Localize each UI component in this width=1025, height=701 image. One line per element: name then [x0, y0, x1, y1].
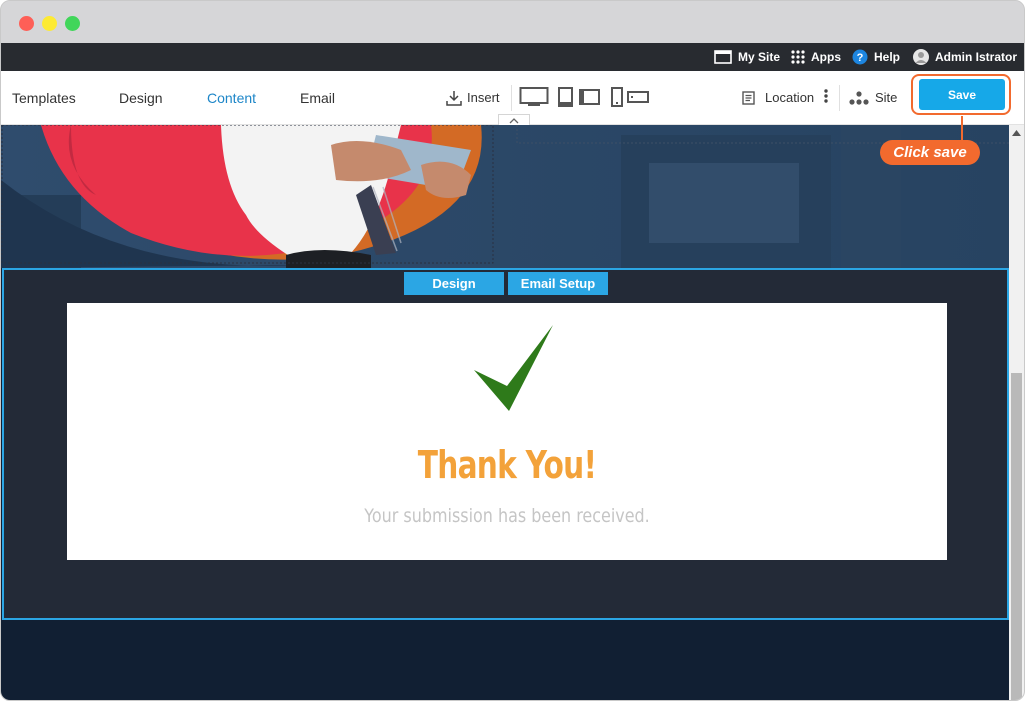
- tab-content[interactable]: Content: [207, 71, 256, 124]
- thank-you-card: Thank You! Your submission has been rece…: [67, 303, 947, 560]
- toolbar-divider: [511, 85, 512, 111]
- close-window-button[interactable]: [19, 16, 34, 31]
- location-selector[interactable]: Location: [742, 71, 814, 124]
- insert-button[interactable]: Insert: [446, 71, 500, 124]
- tab-templates[interactable]: Templates: [12, 71, 76, 124]
- section-design-tab[interactable]: Design: [404, 272, 504, 295]
- help-icon: ?: [852, 49, 868, 65]
- tab-design[interactable]: Design: [119, 71, 163, 124]
- submission-message: Your submission has been received.: [364, 505, 650, 527]
- insert-label: Insert: [467, 90, 500, 105]
- minimize-window-button[interactable]: [42, 16, 57, 31]
- more-options-icon[interactable]: [823, 89, 829, 105]
- tab-email[interactable]: Email: [300, 71, 335, 124]
- apps-grid-icon: [791, 50, 805, 64]
- help-link[interactable]: ? Help: [852, 43, 900, 71]
- help-label: Help: [874, 50, 901, 64]
- site-label: Site: [875, 90, 898, 105]
- checkmark-icon: [474, 325, 553, 411]
- scrollbar-thumb[interactable]: [1011, 373, 1022, 700]
- location-label: Location: [765, 90, 815, 105]
- save-button[interactable]: Save: [919, 79, 1005, 110]
- title-bar: [1, 1, 1024, 43]
- admin-topbar: My Site Apps ? Help Admin Istrator: [1, 43, 1024, 71]
- my-site-link[interactable]: My Site: [714, 43, 780, 71]
- apps-link[interactable]: Apps: [791, 43, 841, 71]
- vertical-scrollbar[interactable]: [1009, 125, 1024, 700]
- document-icon: [742, 90, 755, 105]
- thank-you-heading: Thank You!: [417, 443, 597, 487]
- my-site-label: My Site: [738, 50, 781, 64]
- tablet-view-icon[interactable]: [558, 87, 602, 107]
- mobile-view-icon[interactable]: [610, 87, 652, 107]
- avatar-icon: [913, 49, 929, 65]
- user-name: Admin Istrator: [935, 50, 1018, 64]
- svg-text:?: ?: [857, 52, 864, 64]
- browser-window-icon: [714, 50, 732, 64]
- section-email-setup-tab[interactable]: Email Setup: [508, 272, 608, 295]
- browser-window: My Site Apps ? Help Admin Istrator Templ…: [0, 0, 1025, 701]
- page-canvas: Design Email Setup Thank You! Your submi…: [1, 125, 1009, 700]
- apps-label: Apps: [811, 50, 841, 64]
- download-icon: [446, 90, 462, 106]
- site-selector[interactable]: Site: [849, 71, 897, 124]
- maximize-window-button[interactable]: [65, 16, 80, 31]
- desktop-view-icon[interactable]: [519, 87, 549, 107]
- hero-photo: [1, 125, 1009, 268]
- thank-you-section[interactable]: Design Email Setup Thank You! Your submi…: [2, 268, 1009, 620]
- site-structure-icon: [849, 90, 869, 105]
- click-save-callout: Click save: [880, 140, 980, 165]
- hero-banner-image: [1, 125, 1009, 268]
- user-menu[interactable]: Admin Istrator: [913, 43, 1017, 71]
- scroll-up-arrow-icon[interactable]: [1012, 130, 1021, 136]
- toolbar-divider: [839, 85, 840, 111]
- callout-connector: [961, 116, 963, 140]
